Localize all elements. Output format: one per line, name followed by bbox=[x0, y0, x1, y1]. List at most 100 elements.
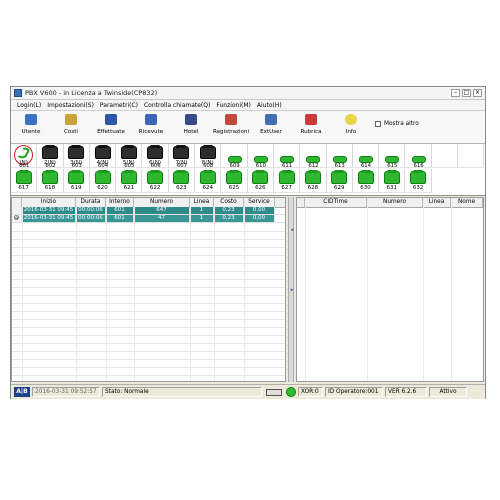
window-title: PBX V600 - in Licenza a Twinside(CP832) bbox=[25, 89, 158, 97]
minimize-icon[interactable]: – bbox=[451, 89, 460, 97]
extension-610[interactable]: 610 bbox=[248, 156, 274, 169]
window-controls: – □ × bbox=[451, 89, 482, 97]
grid-column-line bbox=[214, 207, 215, 381]
menu-login[interactable]: Login(L) bbox=[17, 102, 41, 109]
extension-panel: (N) 2(N) 3(N) 4(N) 5(N) 6(N) 7(N) 8(N) 617 618 61… bbox=[11, 144, 485, 196]
cid-table: CIDTime Numero Linea Nome bbox=[296, 197, 484, 382]
col-numero[interactable]: Numero bbox=[134, 198, 190, 207]
col-service[interactable]: Service bbox=[244, 198, 275, 207]
col-inizio[interactable]: Inizio bbox=[22, 198, 76, 207]
phone-idle-icon bbox=[252, 170, 269, 184]
extension-606[interactable]: 606 bbox=[142, 156, 168, 169]
phonebook-icon bbox=[305, 114, 317, 125]
status-bar: A|B 2016-03-31 09:52:57 Stato: Normale X… bbox=[11, 384, 485, 399]
extension-612[interactable]: 612 bbox=[300, 156, 326, 169]
row-marker bbox=[12, 207, 22, 214]
extension-614[interactable]: 614 bbox=[353, 156, 379, 169]
extension-620[interactable]: 620 bbox=[89, 169, 117, 193]
extension-604[interactable]: 604 bbox=[90, 156, 116, 169]
extension-number: 611 bbox=[282, 163, 293, 169]
extension-number: 624 bbox=[202, 185, 213, 191]
registrazioni-button[interactable]: Registrazioni bbox=[211, 111, 251, 142]
extension-625[interactable]: 625 bbox=[221, 169, 248, 193]
extension-616[interactable]: 616 bbox=[405, 156, 431, 169]
col-linea[interactable]: Linea bbox=[190, 198, 214, 207]
extension-622[interactable]: 622 bbox=[142, 169, 169, 193]
info-button[interactable]: Info bbox=[331, 111, 371, 142]
extension-615[interactable]: 615 bbox=[379, 156, 405, 169]
menu-controlla-chiamate[interactable]: Controlla chiamate(Q) bbox=[144, 102, 210, 109]
grid-column-line bbox=[76, 207, 77, 381]
extension-611[interactable]: 611 bbox=[274, 156, 300, 169]
title-bar: PBX V600 - in Licenza a Twinside(CP832) … bbox=[11, 87, 485, 100]
menu-parametri[interactable]: Parametri(C) bbox=[100, 102, 138, 109]
extension-602[interactable]: 602 bbox=[37, 156, 63, 169]
app-icon bbox=[14, 89, 22, 97]
col-cidtime[interactable]: CIDTime bbox=[305, 198, 367, 207]
outgoing-calls-icon bbox=[105, 114, 117, 125]
extension-627[interactable]: 627 bbox=[273, 169, 301, 193]
extension-621[interactable]: 621 bbox=[116, 169, 143, 193]
extension-632[interactable]: 632 bbox=[405, 169, 432, 193]
extension-number: 621 bbox=[123, 185, 135, 191]
extension-number: 622 bbox=[149, 185, 161, 191]
extension-609[interactable]: 609 bbox=[221, 156, 247, 169]
extension-631[interactable]: 631 bbox=[379, 169, 406, 193]
extension-number: 614 bbox=[360, 163, 372, 169]
extension-603[interactable]: 603 bbox=[64, 156, 90, 169]
incoming-calls-icon bbox=[145, 114, 157, 125]
maximize-icon[interactable]: □ bbox=[462, 89, 471, 97]
extension-607[interactable]: 607 bbox=[169, 156, 195, 169]
menu-aiuto[interactable]: Aiuto(H) bbox=[257, 102, 282, 109]
grid-column-line bbox=[190, 207, 191, 381]
extension-empty-16[interactable] bbox=[431, 144, 459, 168]
extension-619[interactable]: 619 bbox=[63, 169, 90, 193]
costi-button[interactable]: Costi bbox=[51, 111, 91, 142]
phone-idle-icon bbox=[304, 170, 321, 184]
extension-630[interactable]: 630 bbox=[352, 169, 380, 193]
utente-button[interactable]: Utente bbox=[11, 111, 51, 142]
hotel-button[interactable]: Hotel bbox=[171, 111, 211, 142]
arrow-right-icon[interactable]: ▸ bbox=[289, 287, 295, 293]
extension-629[interactable]: 629 bbox=[326, 169, 353, 193]
phone-idle-icon bbox=[331, 170, 348, 184]
extension-605[interactable]: 605 bbox=[116, 156, 142, 169]
phone-idle-icon bbox=[385, 156, 400, 163]
rubrica-button[interactable]: Rubrica bbox=[291, 111, 331, 142]
lightbulb-icon bbox=[345, 114, 357, 125]
col-costo[interactable]: Costo bbox=[214, 198, 244, 207]
col-interno[interactable]: Interno bbox=[106, 198, 134, 207]
extension-624[interactable]: 624 bbox=[195, 169, 222, 193]
ricevute-button[interactable]: Ricevute bbox=[131, 111, 171, 142]
extension-number: 604 bbox=[97, 163, 109, 169]
phone-idle-icon bbox=[253, 156, 268, 163]
effettuate-button[interactable]: Effettuate bbox=[91, 111, 131, 142]
arrow-left-icon[interactable]: ◂ bbox=[289, 227, 295, 233]
recording-icon bbox=[225, 114, 237, 125]
menu-funzioni[interactable]: Funzioni(M) bbox=[216, 102, 251, 109]
extension-601[interactable]: 601 bbox=[11, 156, 37, 169]
extuser-button[interactable]: ExtUser bbox=[251, 111, 291, 142]
extension-613[interactable]: 613 bbox=[327, 156, 353, 169]
close-icon[interactable]: × bbox=[473, 89, 482, 97]
checkbox-box[interactable] bbox=[375, 121, 381, 127]
extension-628[interactable]: 628 bbox=[300, 169, 327, 193]
extension-608[interactable]: 608 bbox=[195, 156, 221, 169]
extension-623[interactable]: 623 bbox=[168, 169, 196, 193]
extension-number: 630 bbox=[360, 185, 371, 191]
col-cid-numero[interactable]: Numero bbox=[367, 198, 423, 207]
extension-number: 625 bbox=[228, 185, 240, 191]
col-durata[interactable]: Durata bbox=[76, 198, 106, 207]
extension-617[interactable]: 617 bbox=[11, 169, 38, 193]
menu-impostazioni[interactable]: Impostazioni(S) bbox=[47, 102, 94, 109]
split-divider[interactable]: ◂ ▸ bbox=[288, 197, 294, 382]
extension-618[interactable]: 618 bbox=[37, 169, 64, 193]
mostra-altro-checkbox[interactable]: Mostra altro bbox=[375, 121, 419, 127]
col-cid-nome[interactable]: Nome bbox=[451, 198, 483, 207]
extension-626[interactable]: 626 bbox=[247, 169, 274, 193]
extension-number: 617 bbox=[18, 185, 29, 191]
phone-idle-icon bbox=[278, 170, 295, 184]
col-cid-linea[interactable]: Linea bbox=[423, 198, 451, 207]
call-log-table: Inizio Durata Interno Numero Linea Costo… bbox=[11, 197, 286, 382]
extension-empty-17[interactable] bbox=[458, 144, 485, 168]
